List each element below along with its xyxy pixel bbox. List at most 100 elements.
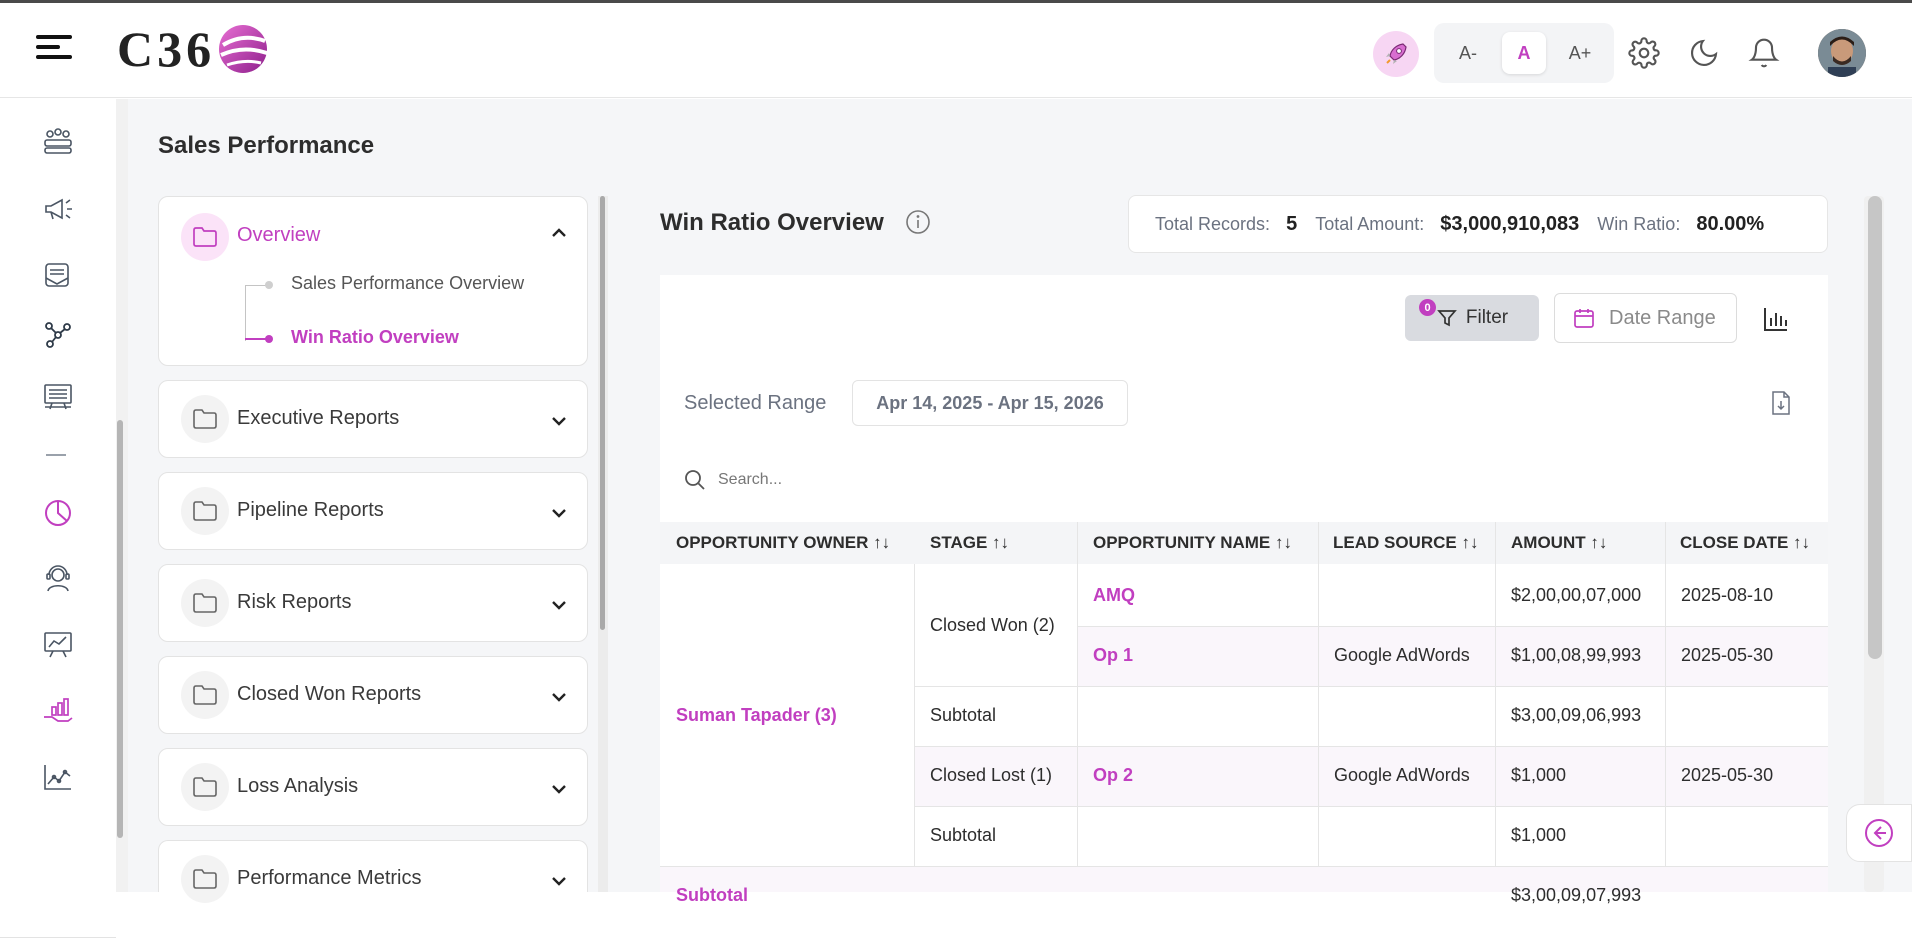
- report-group-pipeline[interactable]: Pipeline Reports: [158, 472, 588, 550]
- tree-connector: [245, 285, 267, 286]
- tree-connector: [245, 285, 246, 341]
- filter-count-badge: 0: [1419, 299, 1436, 316]
- chevron-down-icon[interactable]: [549, 503, 569, 523]
- chevron-down-icon[interactable]: [549, 595, 569, 615]
- notifications-bell-icon[interactable]: [1748, 37, 1780, 69]
- report-group-label: Closed Won Reports: [237, 683, 422, 705]
- date-range-button[interactable]: Date Range: [1554, 293, 1737, 343]
- subtotal-amount: $3,00,09,06,993: [1511, 704, 1642, 725]
- tree-dot-active: [265, 335, 273, 343]
- export-file-icon[interactable]: [1770, 390, 1792, 416]
- line-chart-icon[interactable]: [40, 759, 76, 795]
- report-group-risk[interactable]: Risk Reports: [158, 564, 588, 642]
- chevron-down-icon[interactable]: [549, 779, 569, 799]
- folder-icon-wrap: [181, 855, 229, 903]
- reports-pie-chart-icon[interactable]: [40, 495, 76, 531]
- amount-cell: $2,00,00,07,000: [1511, 584, 1642, 605]
- folder-icon: [193, 777, 217, 797]
- owner-cell[interactable]: Suman Tapader (3): [676, 700, 837, 730]
- stage-cell-lost: Closed Lost (1): [930, 764, 1053, 785]
- close-date-cell: 2025-05-30: [1681, 764, 1774, 785]
- report-group-performance-metrics[interactable]: Performance Metrics: [158, 840, 588, 903]
- search-input[interactable]: [718, 471, 1218, 489]
- chart-view-icon[interactable]: [1762, 305, 1790, 333]
- network-nodes-icon[interactable]: [40, 317, 76, 353]
- total-records-label: Total Records:: [1155, 213, 1271, 234]
- support-agent-icon[interactable]: [40, 561, 76, 597]
- column-header-stage[interactable]: STAGE ↑↓: [930, 522, 1009, 564]
- report-link-win-ratio-overview[interactable]: Win Ratio Overview: [291, 327, 459, 348]
- folder-icon-overview-wrap: [181, 213, 229, 261]
- campaign-megaphone-icon[interactable]: [40, 191, 76, 227]
- calendar-icon: [1574, 309, 1594, 328]
- lead-source-cell: Google AdWords: [1334, 764, 1470, 785]
- report-group-label: Executive Reports: [237, 407, 400, 429]
- report-list-scrollbar[interactable]: [600, 196, 605, 630]
- logo-globe-icon: [219, 25, 268, 73]
- opportunity-link[interactable]: Op 1: [1093, 640, 1133, 670]
- page-title: Sales Performance: [158, 132, 375, 159]
- rocket-button[interactable]: [1373, 31, 1419, 77]
- grid-line: [914, 806, 1828, 807]
- report-group-label: Loss Analysis: [237, 775, 359, 797]
- column-header-amount[interactable]: AMOUNT ↑↓: [1511, 522, 1607, 564]
- brand-logo[interactable]: C36: [117, 19, 269, 79]
- report-link-sales-performance-overview[interactable]: Sales Performance Overview: [291, 273, 524, 294]
- column-header-owner[interactable]: OPPORTUNITY OWNER ↑↓: [676, 522, 890, 564]
- logo-text: C36: [117, 21, 216, 77]
- mail-inbox-icon[interactable]: [40, 257, 76, 293]
- filter-button[interactable]: 0 Filter: [1405, 295, 1539, 341]
- grid-line: [1077, 626, 1828, 627]
- owner-subtotal-label: Subtotal: [676, 884, 748, 905]
- page-scrollbar[interactable]: [1868, 196, 1882, 659]
- lead-source-cell: Google AdWords: [1334, 644, 1470, 665]
- date-range-label: Date Range: [1609, 306, 1716, 329]
- folder-icon-wrap: [181, 395, 229, 443]
- win-ratio-label: Win Ratio:: [1597, 213, 1681, 234]
- report-group-label: Overview: [237, 224, 321, 246]
- close-date-cell: 2025-05-30: [1681, 644, 1774, 665]
- settings-gear-icon[interactable]: [1628, 37, 1660, 69]
- report-group-loss-analysis[interactable]: Loss Analysis: [158, 748, 588, 826]
- folder-icon: [193, 409, 217, 429]
- report-group-executive[interactable]: Executive Reports: [158, 380, 588, 458]
- grid-line: [1665, 522, 1666, 866]
- table-header: OPPORTUNITY OWNER ↑↓ STAGE ↑↓ OPPORTUNIT…: [660, 522, 1828, 564]
- subtotal-amount: $1,000: [1511, 824, 1567, 845]
- column-header-lead-source[interactable]: LEAD SOURCE ↑↓: [1333, 522, 1478, 564]
- arrow-left-circle-icon: [1865, 819, 1893, 847]
- menu-toggle-icon[interactable]: [36, 35, 72, 65]
- font-decrease-button[interactable]: A-: [1446, 32, 1490, 74]
- presentation-board-icon[interactable]: [40, 379, 76, 415]
- search-icon: [685, 470, 705, 490]
- tree-connector-active: [245, 338, 267, 340]
- chevron-up-icon[interactable]: [549, 223, 569, 243]
- chevron-down-icon[interactable]: [549, 687, 569, 707]
- team-icon[interactable]: [40, 124, 76, 160]
- total-amount-value: $3,000,910,083: [1440, 212, 1580, 235]
- user-avatar[interactable]: [1818, 29, 1866, 77]
- chevron-down-icon[interactable]: [549, 411, 569, 431]
- collapse-panel-button[interactable]: [1846, 804, 1912, 862]
- subtotal-label: Subtotal: [930, 824, 997, 845]
- folder-icon-wrap: [181, 579, 229, 627]
- chevron-down-icon[interactable]: [549, 871, 569, 891]
- report-group-closed-won[interactable]: Closed Won Reports: [158, 656, 588, 734]
- folder-icon: [193, 227, 217, 247]
- report-group-label: Performance Metrics: [237, 867, 422, 889]
- folder-icon-wrap: [181, 671, 229, 719]
- opportunity-link[interactable]: Op 2: [1093, 760, 1133, 790]
- opportunity-link[interactable]: AMQ: [1093, 580, 1135, 610]
- avatar-face-icon: [1818, 29, 1866, 77]
- amount-cell: $1,000: [1511, 764, 1567, 785]
- column-header-opportunity-name[interactable]: OPPORTUNITY NAME ↑↓: [1093, 522, 1292, 564]
- dark-mode-moon-icon[interactable]: [1688, 37, 1720, 69]
- report-group-overview[interactable]: Overview Sales Performance Overview Win …: [158, 196, 588, 366]
- rail-scrollbar[interactable]: [117, 420, 123, 838]
- font-increase-button[interactable]: A+: [1558, 32, 1602, 74]
- info-icon[interactable]: [905, 209, 931, 235]
- column-header-close-date[interactable]: CLOSE DATE ↑↓: [1680, 522, 1810, 564]
- sales-growth-hand-icon[interactable]: [40, 693, 76, 729]
- analytics-board-icon[interactable]: [40, 627, 76, 663]
- font-default-button[interactable]: A: [1502, 32, 1546, 74]
